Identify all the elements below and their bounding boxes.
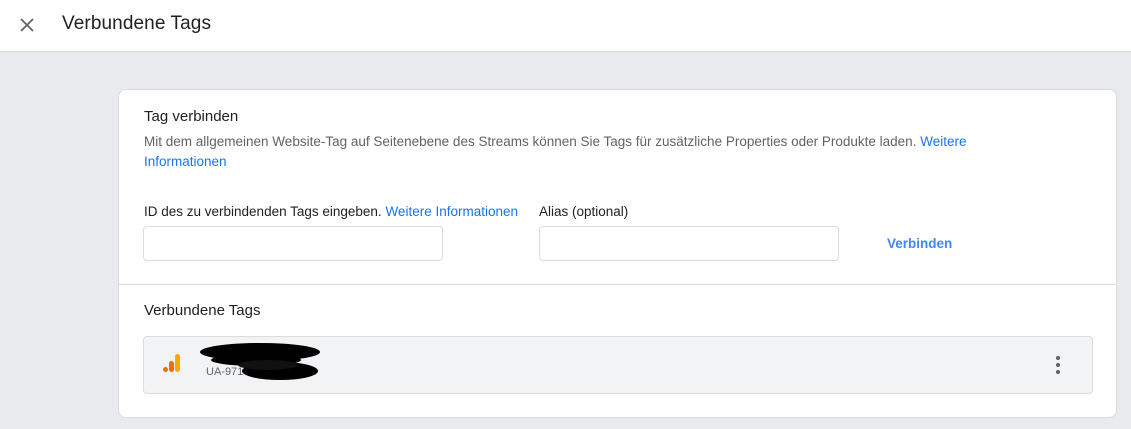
connected-tags-card: Tag verbinden Mit dem allgemeinen Websit… <box>118 89 1117 418</box>
redaction-scribble <box>200 343 320 380</box>
connect-tag-heading: Tag verbinden <box>144 108 239 125</box>
header-bar: Verbundene Tags <box>0 0 1131 52</box>
connected-tags-heading: Verbundene Tags <box>144 302 261 319</box>
close-button[interactable] <box>12 10 42 40</box>
alias-label: Alias (optional) <box>539 204 629 219</box>
google-analytics-icon <box>163 354 180 372</box>
tag-id-label-text: ID des zu verbindenden Tags eingeben. <box>144 204 386 219</box>
tag-id-label: ID des zu verbindenden Tags eingeben. We… <box>144 204 518 219</box>
connected-tag-row[interactable]: UA-971 <box>143 336 1093 394</box>
connect-button[interactable]: Verbinden <box>871 227 968 259</box>
more-vert-icon <box>1056 356 1060 374</box>
section-divider <box>119 284 1116 285</box>
close-icon <box>20 18 34 32</box>
tag-id-learn-more-link[interactable]: Weitere Informationen <box>385 204 518 219</box>
more-options-button[interactable] <box>1044 351 1072 379</box>
description-text: Mit dem allgemeinen Website-Tag auf Seit… <box>144 134 921 149</box>
alias-input[interactable] <box>539 226 839 261</box>
page-title: Verbundene Tags <box>62 13 212 34</box>
tag-id-input[interactable] <box>143 226 443 261</box>
connect-tag-description: Mit dem allgemeinen Website-Tag auf Seit… <box>144 132 1044 172</box>
